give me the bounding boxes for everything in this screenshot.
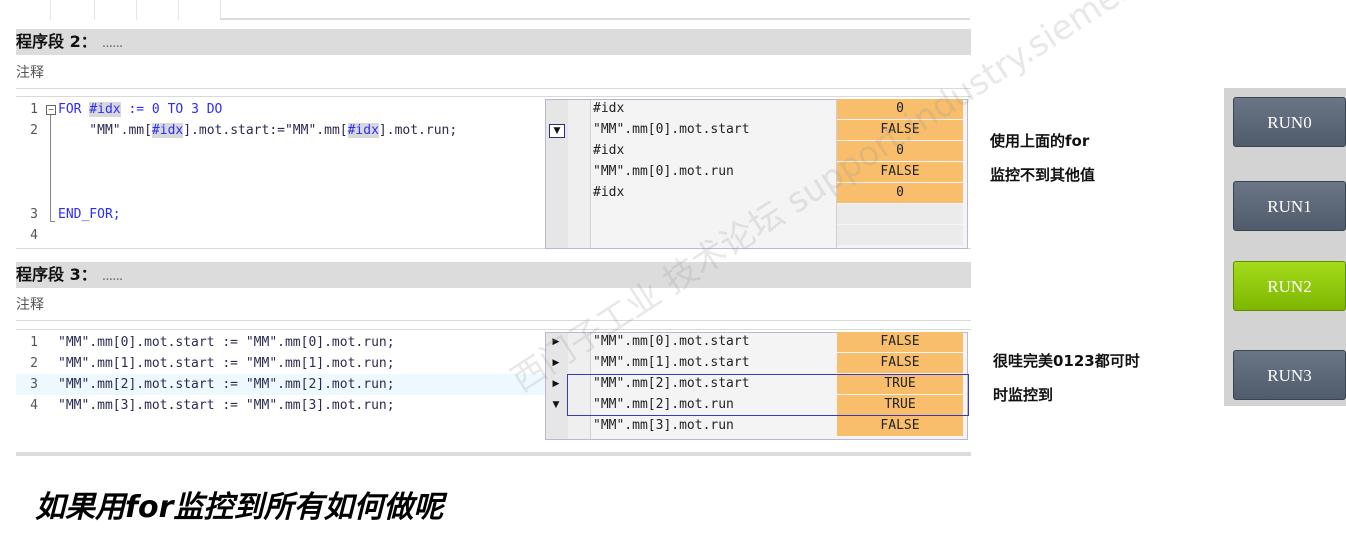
collapse-arrow-icon[interactable]: ▼ xyxy=(549,399,563,411)
network-2-header[interactable] xyxy=(16,29,971,55)
code-token: "MM".mm[ xyxy=(58,123,152,138)
code-text: "MM".mm[3].mot.start := "MM".mm[3].mot.r… xyxy=(58,398,395,413)
network-2-title-text: 程序段 2： xyxy=(16,32,97,51)
divider xyxy=(16,329,971,330)
code-token: FOR xyxy=(58,102,90,117)
variable-token: #idx xyxy=(89,102,121,117)
network-2-code-editor[interactable]: 1 FOR #idx := 0 TO 3 DO 2 "MM".mm[#idx].mo… xyxy=(16,99,546,249)
line-number: 3 xyxy=(30,207,38,222)
network-2-comment[interactable]: 注释 xyxy=(16,62,44,82)
code-text: "MM".mm[2].mot.start := "MM".mm[2].mot.r… xyxy=(58,377,395,392)
code-token: ].mot.start:="MM".mm[ xyxy=(183,123,348,138)
editor-tab[interactable] xyxy=(50,0,95,20)
watch-variable-name: #idx xyxy=(593,185,625,200)
run0-button[interactable]: RUN0 xyxy=(1233,97,1346,147)
editor-tab[interactable] xyxy=(0,0,51,20)
network-2-dots: ...... xyxy=(102,40,123,50)
network-3-header[interactable] xyxy=(16,262,971,288)
watch-icon-column xyxy=(568,100,591,248)
code-line[interactable]: 3 "MM".mm[2].mot.start := "MM".mm[2].mot.… xyxy=(16,374,546,395)
code-token: END_FOR; xyxy=(58,207,121,222)
network-3-code-editor[interactable]: 1 "MM".mm[0].mot.start := "MM".mm[0].mot.… xyxy=(16,332,546,416)
selection-frame xyxy=(567,374,969,416)
watch-icon-column xyxy=(546,100,569,248)
network-3-title: 程序段 3： ...... xyxy=(16,262,123,291)
code-token: := 0 TO 3 DO xyxy=(120,102,223,117)
fold-line xyxy=(50,115,51,222)
question-heading: 如果用for监控到所有如何做呢 xyxy=(35,490,444,525)
code-line[interactable]: 3 END_FOR; xyxy=(16,204,121,225)
code-line[interactable]: 2 "MM".mm[#idx].mot.start:="MM".mm[#idx]… xyxy=(16,120,457,141)
watch-variable-name: "MM".mm[1].mot.start xyxy=(593,355,750,370)
watch-variable-name: #idx xyxy=(593,101,625,116)
variable-token: #idx xyxy=(151,123,184,138)
watch-row[interactable]: "MM".mm[3].mot.run FALSE xyxy=(591,416,963,437)
next-network-header xyxy=(16,452,971,456)
dropdown-icon[interactable]: ▼ xyxy=(549,124,565,138)
run3-button[interactable]: RUN3 xyxy=(1233,350,1346,400)
note-1-line-1: 使用上面的for xyxy=(990,132,1090,150)
note-2-line-2: 时监控到 xyxy=(993,386,1054,404)
run1-button[interactable]: RUN1 xyxy=(1233,181,1346,231)
watch-value: FALSE xyxy=(837,332,963,352)
network-3-comment[interactable]: 注释 xyxy=(16,294,44,314)
run2-button[interactable]: RUN2 xyxy=(1233,261,1346,311)
line-number: 1 xyxy=(30,335,38,350)
code-token: ].mot.run; xyxy=(378,123,458,138)
line-number: 2 xyxy=(30,356,38,371)
watch-variable-name: #idx xyxy=(593,143,625,158)
fold-toggle-icon[interactable]: − xyxy=(46,105,56,115)
variable-token: #idx xyxy=(347,123,379,138)
divider xyxy=(16,88,971,89)
watch-row[interactable]: "MM".mm[0].mot.start FALSE xyxy=(591,332,963,353)
watch-variable-name: "MM".mm[0].mot.run xyxy=(593,164,734,179)
note-1-line-2: 监控不到其他值 xyxy=(990,166,1096,184)
watch-value: FALSE xyxy=(837,353,963,373)
code-line[interactable]: 2 "MM".mm[1].mot.start := "MM".mm[1].mot.… xyxy=(16,353,546,374)
fold-line-end xyxy=(50,221,55,222)
code-line[interactable]: 1 "MM".mm[0].mot.start := "MM".mm[0].mot.… xyxy=(16,332,546,353)
line-number: 4 xyxy=(30,228,38,243)
note-2-line-1: 很哇完美0123都可时 xyxy=(993,352,1140,370)
line-number: 4 xyxy=(30,398,38,413)
watch-value xyxy=(837,225,963,245)
editor-tab[interactable] xyxy=(136,0,179,20)
code-text: "MM".mm[0].mot.start := "MM".mm[0].mot.r… xyxy=(58,335,395,350)
watch-variable-name: "MM".mm[0].mot.start xyxy=(593,122,750,137)
code-line[interactable]: 4 xyxy=(16,225,58,246)
code-line[interactable]: 4 "MM".mm[3].mot.start := "MM".mm[3].mot.… xyxy=(16,395,546,416)
code-text: END_FOR; xyxy=(58,207,121,222)
watch-value xyxy=(837,204,963,224)
network-2-title: 程序段 2： ...... xyxy=(16,29,123,58)
editor-tab[interactable] xyxy=(178,0,221,20)
line-number: 1 xyxy=(30,102,38,117)
code-text: "MM".mm[1].mot.start := "MM".mm[1].mot.r… xyxy=(58,356,395,371)
code-text: "MM".mm[#idx].mot.start:="MM".mm[#idx].m… xyxy=(58,123,457,138)
watch-variable-name: "MM".mm[3].mot.run xyxy=(593,418,734,433)
network-3-dots: ...... xyxy=(102,273,123,283)
line-number: 3 xyxy=(30,377,38,392)
code-text: FOR #idx := 0 TO 3 DO xyxy=(58,102,222,117)
watch-value: FALSE xyxy=(837,416,963,436)
tab-underline xyxy=(220,18,970,20)
divider xyxy=(16,320,971,321)
watch-row[interactable]: "MM".mm[1].mot.start FALSE xyxy=(591,353,963,374)
line-number: 2 xyxy=(30,123,38,138)
divider xyxy=(16,96,971,97)
network-3-title-text: 程序段 3： xyxy=(16,265,97,284)
editor-tab[interactable] xyxy=(94,0,137,20)
editor-tab-strip xyxy=(0,0,970,20)
